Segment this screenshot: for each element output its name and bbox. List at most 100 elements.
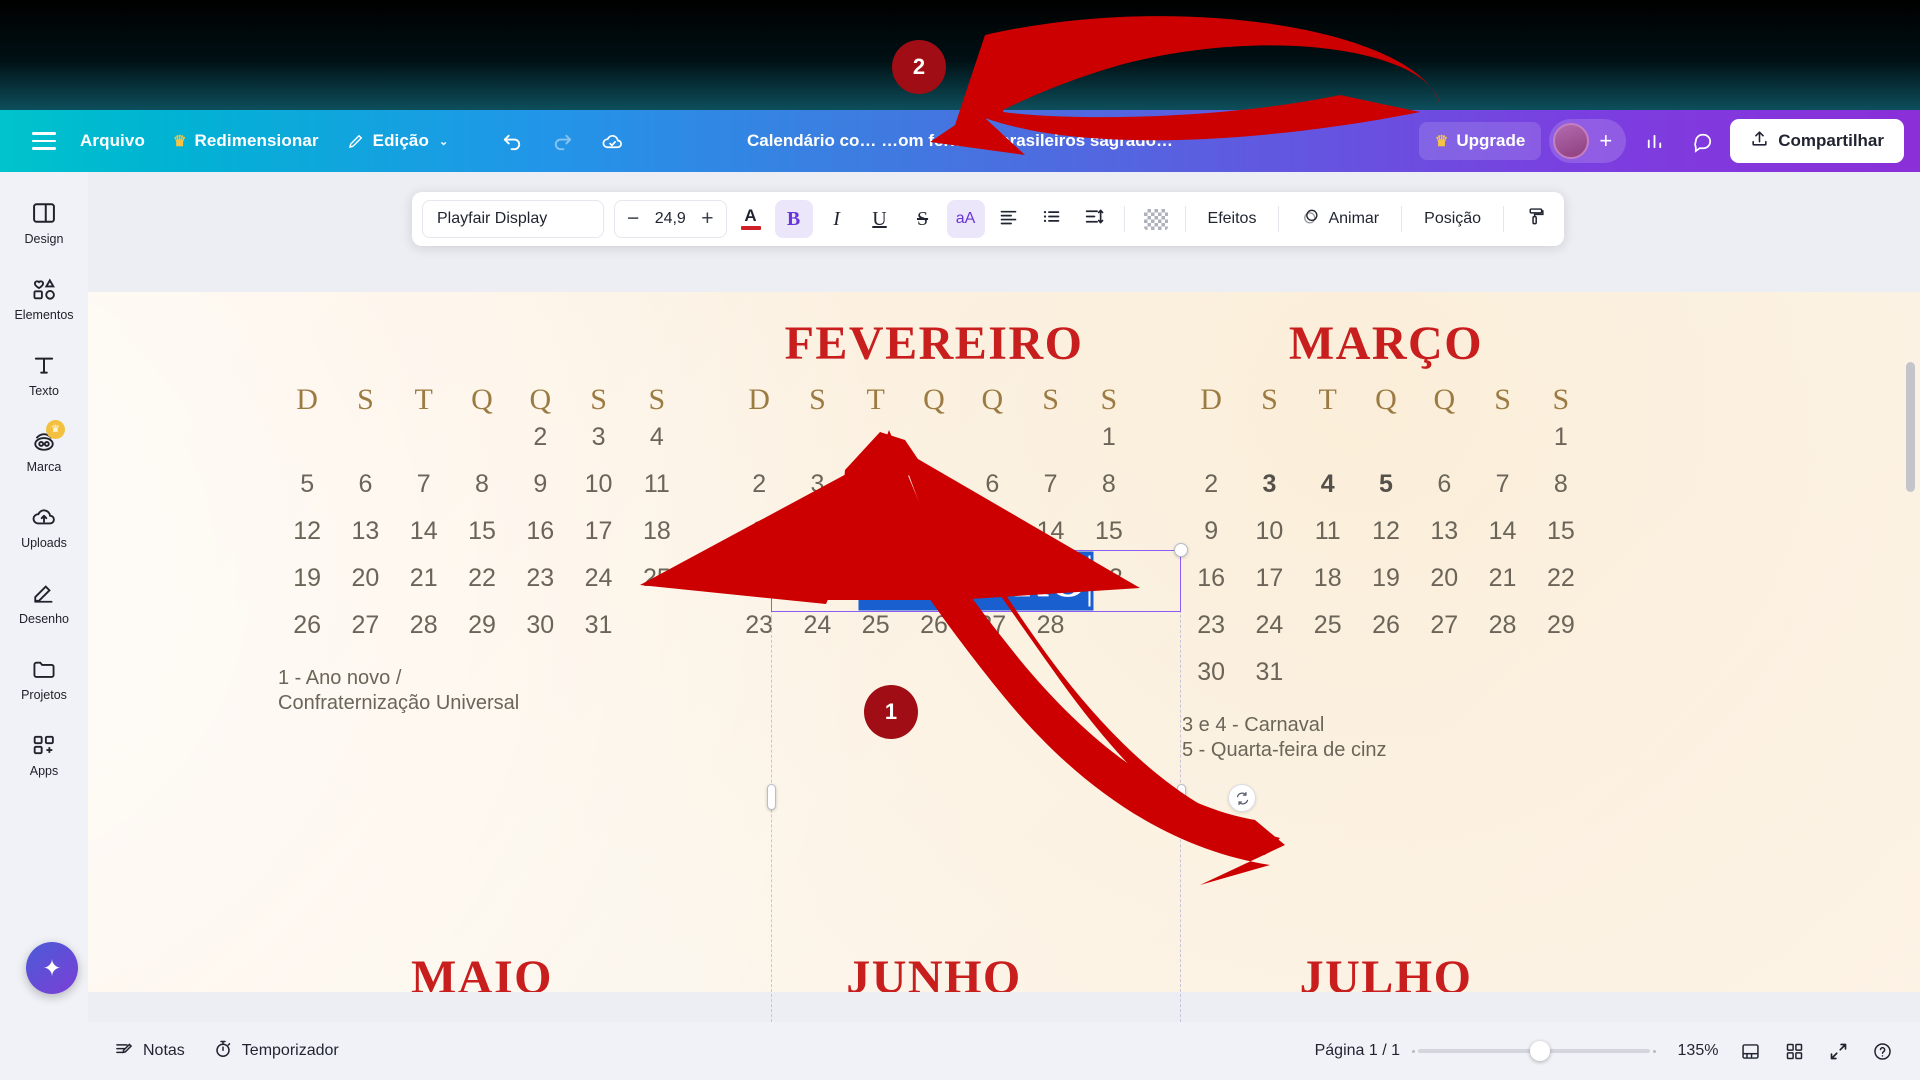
resize-handle-tl[interactable] <box>764 543 778 557</box>
notes-janeiro[interactable]: 1 - Ano novo / Confraternização Universal <box>278 666 686 716</box>
day-cell[interactable]: 23 <box>1182 611 1240 640</box>
day-cell[interactable]: 8 <box>453 470 511 499</box>
help-icon[interactable] <box>1862 1031 1902 1071</box>
notes-marco[interactable]: 3 e 4 - Carnaval 5 - Quarta-feira de cinz <box>1182 713 1590 763</box>
day-cell[interactable]: 22 <box>453 564 511 593</box>
day-cell[interactable]: 15 <box>1532 517 1590 546</box>
hero-text-block[interactable]: DÁRIO 25 le de coração, fazei elhante ao… <box>88 350 266 749</box>
day-cell[interactable]: 4 <box>847 470 905 499</box>
letter-case-button[interactable]: aA <box>946 200 985 238</box>
day-cell[interactable]: 2 <box>511 423 569 452</box>
document-title[interactable]: Calendário co… …om feriados brasileiros … <box>747 131 1173 151</box>
day-cell[interactable]: 10 <box>788 517 846 546</box>
day-cell[interactable] <box>453 423 511 452</box>
day-cell[interactable]: 14 <box>395 517 453 546</box>
zoom-slider[interactable] <box>1412 1041 1656 1061</box>
day-cell[interactable] <box>1240 423 1298 452</box>
day-cell[interactable] <box>336 423 394 452</box>
days-grid-marco[interactable]: 1 2 3 4 5 6 7 8 9 10 11 12 13 14 15 16 17 18 19 20 21 22 23 24 2… <box>1182 423 1590 687</box>
day-cell[interactable]: 18 <box>1299 564 1357 593</box>
text-color-button[interactable]: A <box>732 200 770 238</box>
day-cell[interactable]: 27 <box>336 611 394 640</box>
month-maio[interactable]: MAIO <box>278 951 686 992</box>
day-cell[interactable]: 12 <box>1357 517 1415 546</box>
month-name-julho[interactable]: JULHO <box>1182 951 1590 992</box>
day-cell[interactable]: 10 <box>569 470 627 499</box>
page-indicator[interactable]: Página 1 / 1 <box>1315 1042 1400 1060</box>
day-cell[interactable]: 26 <box>278 611 336 640</box>
avatar[interactable] <box>1553 123 1590 159</box>
sidebar-item-elementos[interactable]: Elementos <box>5 260 83 336</box>
day-cell[interactable]: 15 <box>453 517 511 546</box>
day-cell[interactable]: 9 <box>730 517 788 546</box>
copy-style-button[interactable] <box>1516 200 1554 238</box>
day-cell[interactable]: 25 <box>1299 611 1357 640</box>
hamburger-icon[interactable] <box>22 119 66 163</box>
day-cell[interactable]: 30 <box>1182 658 1240 687</box>
hero-quote-line1[interactable]: le de coração, fazei <box>88 638 266 692</box>
day-cell[interactable]: 29 <box>453 611 511 640</box>
day-cell[interactable] <box>1299 423 1357 452</box>
day-cell[interactable]: 30 <box>511 611 569 640</box>
share-button[interactable]: Compartilhar <box>1730 119 1904 163</box>
grid-view-icon[interactable] <box>1774 1031 1814 1071</box>
day-cell[interactable] <box>1182 423 1240 452</box>
font-size-increase-button[interactable]: + <box>698 207 716 231</box>
month-julho[interactable]: JULHO <box>1182 951 1590 992</box>
bold-button[interactable]: B <box>774 200 813 238</box>
sidebar-item-texto[interactable]: Texto <box>5 336 83 412</box>
sidebar-item-apps[interactable]: Apps <box>5 716 83 792</box>
day-cell[interactable]: 9 <box>511 470 569 499</box>
day-cell[interactable]: 2 <box>1182 470 1240 499</box>
day-cell[interactable]: 10 <box>1240 517 1298 546</box>
month-marco[interactable]: MARÇO DSTQQSS 1 2 3 4 5 6 7 8 9 10 11 12 13 14 15 16 17 1… <box>1182 292 1590 763</box>
day-cell[interactable]: 11 <box>628 470 686 499</box>
effects-button[interactable]: Efeitos <box>1196 202 1269 236</box>
day-cell[interactable]: 8 <box>1080 470 1138 499</box>
font-size-input[interactable]: 24,9 <box>648 210 692 228</box>
day-cell[interactable]: 15 <box>1080 517 1138 546</box>
day-cell[interactable]: 6 <box>1415 470 1473 499</box>
day-cell[interactable]: 25 <box>628 564 686 593</box>
hero-year[interactable]: 25 <box>88 458 266 602</box>
day-cell[interactable]: 18 <box>628 517 686 546</box>
sidebar-item-uploads[interactable]: Uploads <box>5 488 83 564</box>
day-cell[interactable] <box>963 423 1021 452</box>
day-cell[interactable] <box>278 423 336 452</box>
bar-chart-icon[interactable] <box>1634 121 1674 161</box>
day-cell[interactable] <box>847 423 905 452</box>
day-cell[interactable]: 5 <box>905 470 963 499</box>
day-cell[interactable]: 20 <box>336 564 394 593</box>
strikethrough-button[interactable]: S <box>904 200 942 238</box>
day-cell[interactable]: 2 <box>730 470 788 499</box>
notes-button[interactable]: Notas <box>100 1031 199 1072</box>
day-cell[interactable]: 3 <box>1240 470 1298 499</box>
day-cell[interactable]: 28 <box>395 611 453 640</box>
day-cell[interactable]: 14 <box>1021 517 1079 546</box>
day-cell[interactable]: 16 <box>1182 564 1240 593</box>
day-cell[interactable]: 5 <box>1357 470 1415 499</box>
hero-quote-line2[interactable]: elhante ao vosso! <box>88 694 266 748</box>
day-cell[interactable]: 21 <box>1473 564 1531 593</box>
day-cell[interactable]: 27 <box>1415 611 1473 640</box>
day-cell[interactable]: 31 <box>569 611 627 640</box>
day-cell[interactable]: 31 <box>1240 658 1298 687</box>
collaborators-group[interactable]: + <box>1549 119 1627 163</box>
fullscreen-icon[interactable] <box>1818 1031 1858 1071</box>
plus-icon[interactable]: + <box>1595 130 1616 152</box>
day-cell[interactable]: 4 <box>628 423 686 452</box>
page-view-icon[interactable] <box>1730 1031 1770 1071</box>
day-cell[interactable]: 9 <box>1182 517 1240 546</box>
menu-arquivo[interactable]: Arquivo <box>66 124 159 158</box>
selected-text-highlight[interactable]: JANEIRO <box>858 551 1094 611</box>
day-cell[interactable] <box>730 423 788 452</box>
font-size-decrease-button[interactable]: − <box>624 207 642 231</box>
day-cell[interactable]: 8 <box>1532 470 1590 499</box>
day-cell[interactable]: 7 <box>1021 470 1079 499</box>
month-name-fevereiro[interactable]: FEVEREIRO <box>730 292 1138 383</box>
day-cell[interactable]: 1 <box>1532 423 1590 452</box>
comment-icon[interactable] <box>1682 121 1722 161</box>
design-canvas-area[interactable]: DÁRIO 25 le de coração, fazei elhante ao… <box>88 172 1920 1080</box>
resize-handle-tr[interactable] <box>1174 543 1188 557</box>
day-cell[interactable] <box>1357 423 1415 452</box>
